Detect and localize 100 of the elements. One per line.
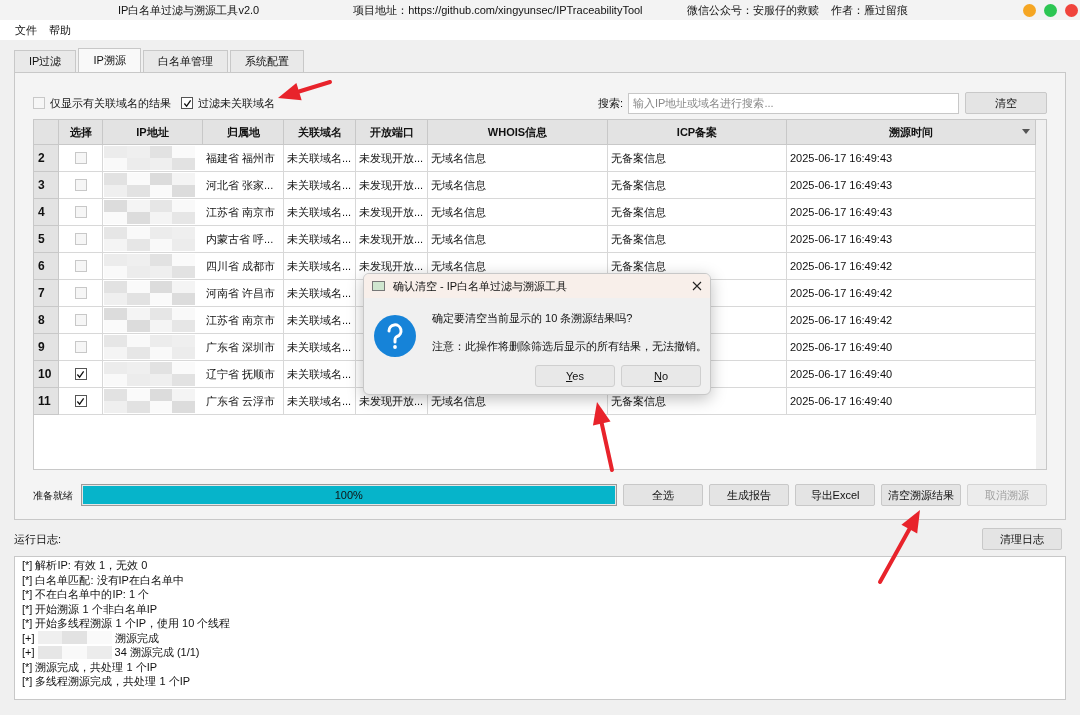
checkbox-label: 过滤未关联域名 (198, 95, 275, 111)
log-line: 不在白名单中的IP: 1 个 (35, 587, 150, 602)
tab[interactable]: IP溯源 (78, 48, 141, 72)
table-cell: 未发现开放... (356, 199, 428, 226)
log-line: 溯源完成 (114, 630, 159, 646)
log-prefix: [*] (22, 601, 33, 617)
clear-log-button[interactable]: 清理日志 (982, 528, 1062, 550)
table-cell: 广东省 云浮市 (203, 388, 284, 415)
log-line: 34 溯源完成 (1/1) (114, 645, 200, 660)
table-cell: 未发现开放... (356, 172, 428, 199)
table-cell: 福建省 福州市 (203, 145, 284, 172)
row-number: 4 (38, 204, 45, 221)
menu-item[interactable]: 帮助 (49, 21, 71, 39)
action-button[interactable]: 清空溯源结果 (881, 484, 961, 506)
action-button[interactable]: 导出Excel (795, 484, 875, 506)
table-cell: 无域名信息 (428, 199, 608, 226)
table-cell: 未发现开放... (356, 145, 428, 172)
row-number: 6 (38, 258, 45, 275)
table-cell: 2025-06-17 16:49:43 (787, 172, 1036, 199)
menu-item[interactable]: 文件 (15, 21, 37, 39)
row-number: 8 (38, 312, 45, 329)
log-line: 开始溯源 1 个非白名单IP (35, 601, 158, 617)
sort-icon (1022, 129, 1030, 134)
row-number: 10 (38, 366, 52, 383)
log-prefix: [*] (22, 558, 33, 573)
tab[interactable]: 白名单管理 (142, 50, 228, 72)
wechat-account: 微信公众号：安服仔的救赎 (686, 2, 819, 18)
column-header[interactable]: IP地址 (136, 123, 169, 141)
log-prefix: [*] (22, 674, 33, 689)
minimize-icon[interactable] (1023, 3, 1036, 17)
row-number: 7 (38, 285, 45, 302)
log-prefix: [*] (22, 587, 33, 602)
maximize-icon[interactable] (1044, 3, 1057, 17)
table-cell: 内蒙古省 呼... (203, 226, 284, 253)
table-cell: 辽宁省 抚顺市 (203, 361, 284, 388)
table-cell: 未关联域名... (284, 307, 356, 334)
table-cell: 2025-06-17 16:49:42 (787, 280, 1036, 307)
table-cell: 2025-06-17 16:49:43 (787, 226, 1036, 253)
column-header[interactable]: 关联域名 (297, 123, 342, 141)
table-cell: 无域名信息 (428, 145, 608, 172)
table-cell: 未关联域名... (284, 253, 356, 280)
log-prefix: [*] (22, 616, 33, 631)
table-cell: 江苏省 南京市 (203, 307, 284, 334)
checkbox[interactable] (181, 97, 193, 109)
annotation-arrow (278, 80, 332, 101)
clear-button[interactable]: 清空 (965, 92, 1047, 114)
checkbox[interactable] (74, 395, 87, 407)
log-line: 溯源完成，共处理 1 个IP (35, 659, 158, 675)
table-cell: 2025-06-17 16:49:42 (787, 307, 1036, 334)
table-cell: 无备案信息 (608, 226, 787, 253)
table-cell: 河北省 张家... (203, 172, 284, 199)
table-cell: 未关联域名... (284, 361, 356, 388)
dialog-title: 确认清空 - IP白名单过滤与溯源工具 (393, 278, 568, 294)
question-icon (373, 314, 417, 358)
table-cell: 未发现开放... (356, 226, 428, 253)
row-number: 5 (38, 231, 45, 248)
close-icon[interactable] (692, 281, 702, 291)
row-number: 11 (38, 393, 51, 410)
checkbox-label: 仅显示有关联域名的结果 (50, 95, 171, 111)
table-cell: 2025-06-17 16:49:40 (787, 388, 1036, 415)
log-prefix: [+] (22, 645, 35, 660)
log-line: 解析IP: 有效 1，无效 0 (35, 558, 148, 573)
dialog-note: 注意：此操作将删除筛选后显示的所有结果，无法撤销。 (432, 338, 707, 354)
search-field[interactable]: 输入IP地址或域名进行搜索... (628, 92, 959, 114)
log-line: 开始多线程溯源 1 个IP，使用 10 个线程 (35, 616, 231, 631)
column-header[interactable]: WHOIS信息 (487, 123, 548, 141)
table-cell: 未关联域名... (284, 226, 356, 253)
checkbox[interactable] (74, 368, 87, 380)
app-icon (372, 281, 385, 291)
table-cell: 河南省 许昌市 (203, 280, 284, 307)
table-cell: 2025-06-17 16:49:40 (787, 361, 1036, 388)
row-number: 9 (38, 339, 45, 356)
column-header[interactable]: ICP备案 (676, 123, 718, 141)
table-cell: 未关联域名... (284, 172, 356, 199)
tab[interactable]: 系统配置 (229, 50, 304, 72)
table-cell: 无备案信息 (608, 145, 787, 172)
table-cell: 四川省 成都市 (203, 253, 284, 280)
project-address: 项目地址：https://github.com/xingyunsec/IPTraceabilityTool (353, 2, 643, 18)
table-cell: 未关联域名... (284, 280, 356, 307)
dialog-button[interactable]: Yes (535, 365, 615, 387)
table-cell: 江苏省 南京市 (203, 199, 284, 226)
column-header[interactable]: 溯源时间 (889, 123, 933, 141)
action-button[interactable]: 全选 (623, 484, 703, 506)
dialog-button[interactable]: No (621, 365, 701, 387)
action-button[interactable]: 生成报告 (709, 484, 789, 506)
column-header[interactable]: 选择 (69, 123, 92, 141)
table-cell: 2025-06-17 16:49:40 (787, 334, 1036, 361)
log-line: 白名单匹配: 没有IP在白名单中 (35, 572, 184, 588)
author-label: 作者：雁过留痕 (830, 2, 908, 18)
tab[interactable]: IP过滤 (14, 50, 77, 72)
log-line: 多线程溯源完成，共处理 1 个IP (35, 674, 191, 689)
row-number: 3 (38, 177, 45, 194)
status-label: 准备就绪 (33, 488, 74, 503)
column-header[interactable]: 开放端口 (369, 123, 414, 141)
column-header[interactable]: 归属地 (226, 123, 260, 141)
table-cell: 无备案信息 (608, 199, 787, 226)
dialog-message: 确定要清空当前显示的 10 条溯源结果吗? (432, 311, 634, 326)
table-cell: 2025-06-17 16:49:43 (787, 199, 1036, 226)
table-cell: 无域名信息 (428, 172, 608, 199)
row-number: 2 (38, 150, 45, 167)
